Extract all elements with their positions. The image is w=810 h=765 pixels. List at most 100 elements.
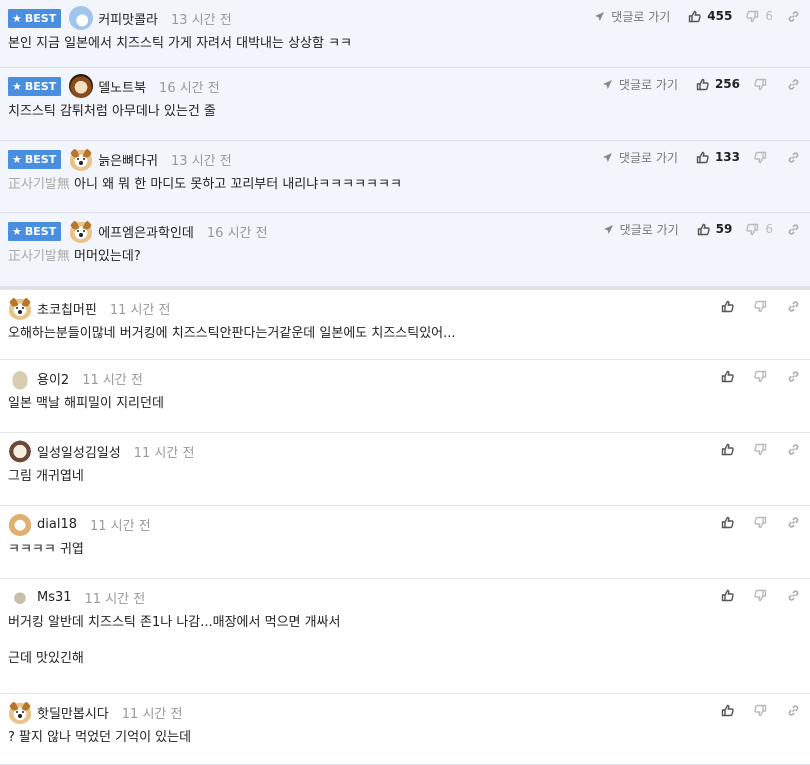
nickname[interactable]: 커피맛콜라: [98, 9, 158, 28]
link-icon[interactable]: [787, 589, 800, 602]
upvote-button[interactable]: [721, 704, 740, 717]
upvote-button[interactable]: [721, 516, 740, 529]
nickname[interactable]: 델노트북: [98, 77, 146, 96]
star-icon: ★: [12, 79, 22, 93]
thumbs-down-icon: [754, 78, 770, 91]
comment-text: 일본 맥날 해피밀이 지리던데: [8, 396, 164, 411]
downvote-button[interactable]: [754, 300, 773, 313]
user-title-prefix: 正사기발無: [8, 249, 75, 264]
nickname[interactable]: 초코칩머핀: [37, 299, 97, 318]
link-icon[interactable]: [787, 370, 800, 383]
avatar[interactable]: [8, 366, 32, 390]
thumbs-down-icon: [754, 589, 770, 602]
thumbs-up-icon: [721, 370, 737, 383]
avatar[interactable]: [8, 512, 32, 536]
comment: Ms31 11 시간 전버거킹 알반데 치즈스틱 존1나 나감...매장에서 먹으…: [0, 579, 810, 694]
downvote-button[interactable]: [754, 516, 773, 529]
comment-body: 正사기발無 아니 왜 뭐 한 마디도 못하고 꼬리부터 내리냐ㅋㅋㅋㅋㅋㅋㅋ: [8, 176, 800, 194]
downvote-button[interactable]: [754, 370, 773, 383]
go-to-reply-link[interactable]: 댓글로 가기: [602, 149, 678, 166]
link-icon[interactable]: [787, 516, 800, 529]
upvote-button[interactable]: 256: [696, 77, 740, 91]
link-icon[interactable]: [787, 10, 800, 23]
comment-header: ★ BEST 커피맛콜라 13 시간 전: [8, 6, 232, 30]
nickname[interactable]: 에프엠은과학인데: [98, 222, 194, 241]
upvote-button[interactable]: [721, 443, 740, 456]
timestamp: 11 시간 전: [109, 302, 171, 318]
downvote-button[interactable]: [754, 78, 773, 91]
downvote-button[interactable]: [754, 443, 773, 456]
comment-body: 본인 지금 일본에서 치즈스틱 가게 자려서 대박내는 상상함 ㅋㅋ: [8, 35, 800, 53]
avatar[interactable]: [69, 6, 94, 30]
link-icon[interactable]: [787, 223, 800, 236]
comment-actions: 댓글로 가기 256: [602, 74, 800, 94]
best-badge: ★ BEST: [8, 8, 62, 28]
comment: 핫딜만봅시다 11 시간 전 ? 팔지 않나 먹었던 기억이 있는데: [0, 694, 810, 765]
upvote-button[interactable]: 455: [688, 9, 732, 23]
avatar[interactable]: [8, 439, 32, 463]
link-icon[interactable]: [787, 443, 800, 456]
best-comment: ★ BEST 델노트북 16 시간 전 댓글로 가기 256 치즈스틱 감튀처럼 아무데나 …: [0, 68, 810, 141]
upvote-button[interactable]: [721, 300, 740, 313]
avatar[interactable]: [8, 700, 32, 724]
thumbs-up-icon: [696, 151, 712, 164]
best-badge: ★ BEST: [8, 149, 62, 169]
go-to-reply-link[interactable]: 댓글로 가기: [603, 221, 679, 238]
send-arrow-icon: [602, 79, 616, 90]
thumbs-up-icon: [721, 300, 737, 313]
nickname[interactable]: 일성일성김일성: [37, 442, 121, 461]
comment-text: 오해하는분들이많네 버거킹에 치즈스틱안판다는거같운데 일본에도 치즈스틱있어.…: [8, 326, 456, 341]
comment-actions: 댓글로 가기 59 6: [603, 219, 800, 239]
link-icon[interactable]: [787, 300, 800, 313]
comment-text: 머머있는데?: [74, 249, 141, 264]
thumbs-up-icon: [688, 10, 704, 23]
comment-text: ㅋㅋㅋㅋ 귀엽: [8, 542, 84, 557]
upvote-count: 133: [714, 150, 740, 164]
avatar[interactable]: [69, 219, 94, 243]
thumbs-up-icon: [721, 704, 737, 717]
avatar[interactable]: [69, 74, 94, 98]
nickname[interactable]: dial18: [37, 517, 77, 532]
comment-text: 아니 왜 뭐 한 마디도 못하고 꼬리부터 내리냐ㅋㅋㅋㅋㅋㅋㅋ: [74, 177, 402, 192]
upvote-button[interactable]: 59: [697, 222, 732, 236]
downvote-button[interactable]: 6: [746, 9, 773, 23]
go-to-reply-label: 댓글로 가기: [618, 77, 678, 92]
timestamp: 11 시간 전: [133, 445, 195, 461]
star-icon: ★: [12, 224, 22, 238]
link-icon[interactable]: [787, 151, 800, 164]
timestamp: 16 시간 전: [206, 225, 268, 241]
comment-text: 치즈스틱 감튀처럼 아무데나 있는건 줄: [8, 104, 216, 119]
comment-body: 오해하는분들이많네 버거킹에 치즈스틱안판다는거같운데 일본에도 치즈스틱있어.…: [8, 325, 800, 343]
nickname[interactable]: Ms31: [37, 590, 72, 605]
link-icon[interactable]: [787, 704, 800, 717]
avatar[interactable]: [69, 147, 94, 171]
comment-body: ? 팔지 않나 먹었던 기억이 있는데: [8, 729, 800, 747]
comment-text: 버거킹 알반데 치즈스틱 존1나 나감...매장에서 먹으면 개싸서 근데 맛있…: [8, 615, 341, 666]
thumbs-up-icon: [721, 443, 737, 456]
downvote-count: 6: [765, 222, 773, 236]
nickname[interactable]: 핫딜만봅시다: [37, 703, 109, 722]
upvote-button[interactable]: [721, 370, 740, 383]
go-to-reply-link[interactable]: 댓글로 가기: [594, 8, 670, 25]
link-icon[interactable]: [787, 78, 800, 91]
downvote-button[interactable]: [754, 704, 773, 717]
upvote-button[interactable]: 133: [696, 150, 740, 164]
comment-body: 치즈스틱 감튀처럼 아무데나 있는건 줄: [8, 103, 800, 121]
send-arrow-icon: [594, 11, 608, 22]
nickname[interactable]: 늙은뼈다귀: [98, 150, 158, 169]
nickname[interactable]: 용이2: [37, 369, 69, 388]
go-to-reply-link[interactable]: 댓글로 가기: [602, 76, 678, 93]
downvote-button[interactable]: [754, 589, 773, 602]
avatar[interactable]: [8, 585, 32, 609]
comment-header: 일성일성김일성 11 시간 전: [8, 439, 194, 463]
downvote-button[interactable]: 6: [746, 222, 773, 236]
downvote-button[interactable]: [754, 151, 773, 164]
upvote-button[interactable]: [721, 589, 740, 602]
thumbs-down-icon: [754, 704, 770, 717]
user-title-prefix: 正사기발無: [8, 177, 75, 192]
comment-header: Ms31 11 시간 전: [8, 585, 145, 609]
avatar[interactable]: [8, 296, 32, 320]
comment-actions: [721, 585, 800, 605]
star-icon: ★: [12, 152, 22, 166]
comment-header: 초코칩머핀 11 시간 전: [8, 296, 171, 320]
